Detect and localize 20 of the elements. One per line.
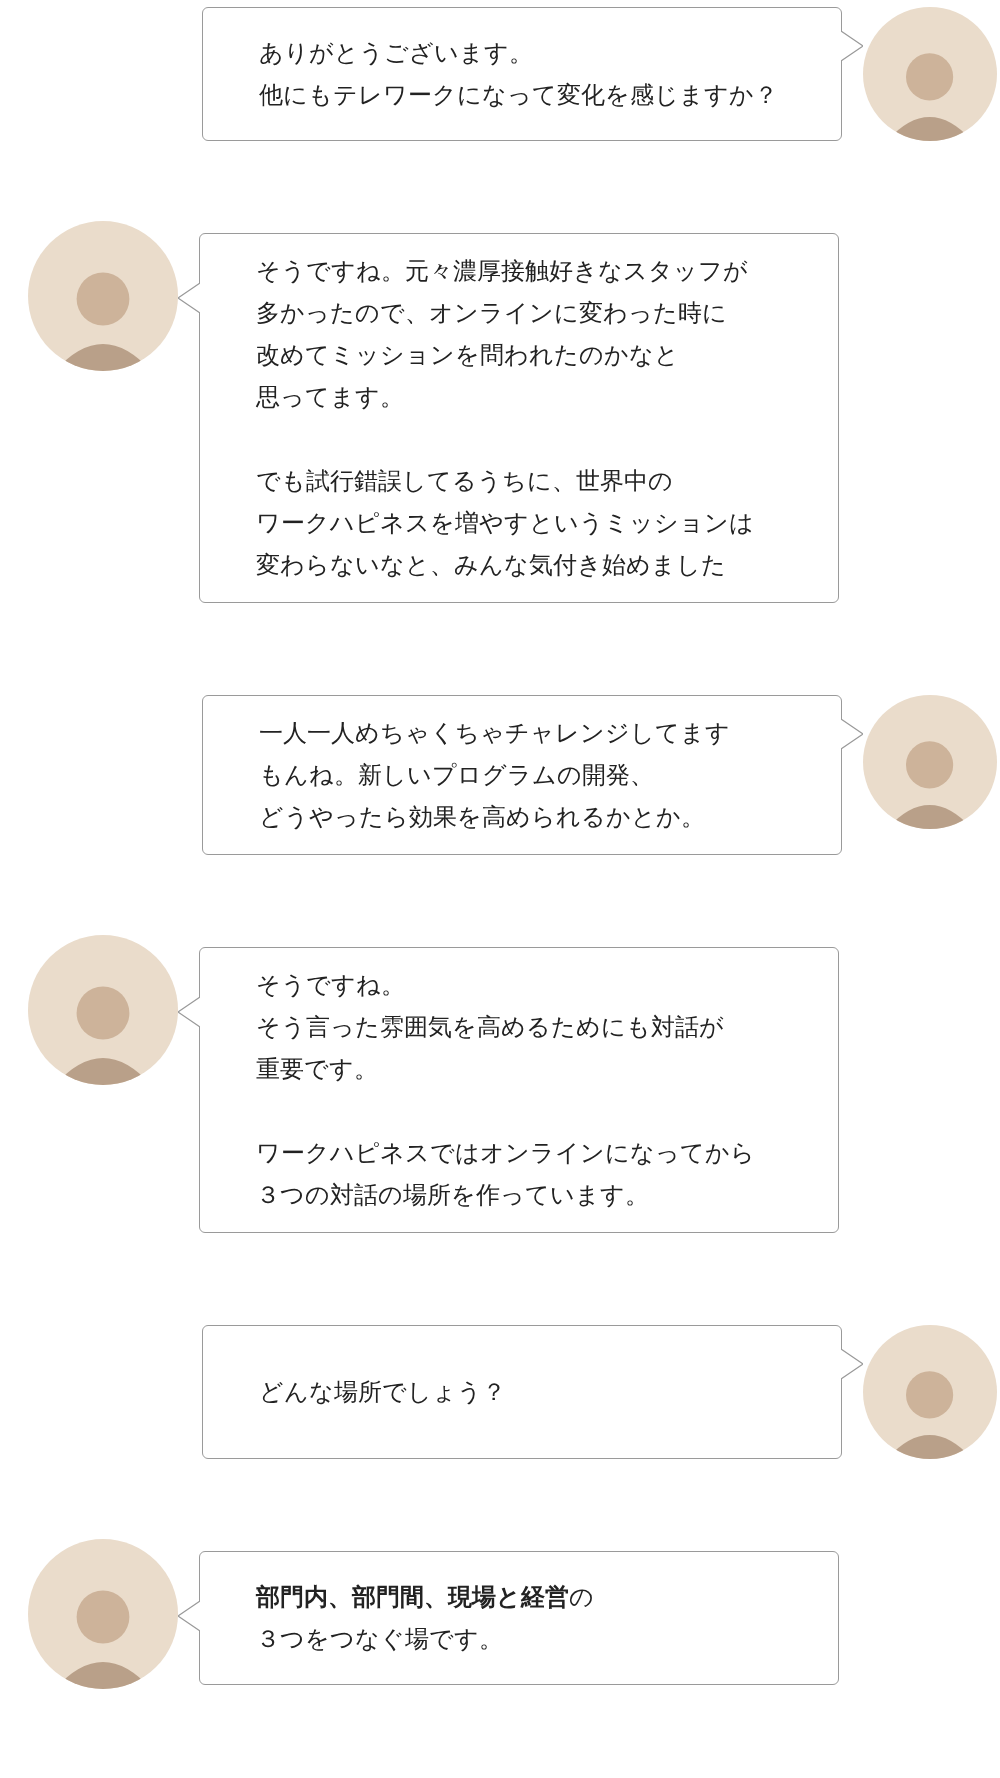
- message-line: ３つをつなぐ場です。: [256, 1624, 503, 1655]
- message-line: 部門内、部門間、現場と経営の: [256, 1582, 594, 1613]
- message-line: 変わらないなと、みんな気付き始めました: [256, 550, 726, 581]
- message-line: 他にもテレワークになって変化を感じますか？: [259, 80, 778, 111]
- message-line: どうやったら効果を高められるかとか。: [259, 802, 705, 833]
- message-line: もんね。新しいプログラムの開発、: [259, 760, 654, 791]
- message-line: ありがとうございます。: [259, 38, 533, 69]
- message-line: 一人一人めちゃくちゃチャレンジしてます: [259, 718, 730, 749]
- message-line: 多かったので、オンラインに変わった時に: [256, 298, 727, 329]
- message-line: でも試行錯誤してるうちに、世界中の: [256, 466, 673, 497]
- message-line: そうですね。: [256, 970, 405, 1001]
- message-line: そうですね。元々濃厚接触好きなスタッフが: [256, 256, 748, 287]
- message-line: 思ってます。: [256, 382, 404, 413]
- message-line: ３つの対話の場所を作っています。: [256, 1180, 649, 1211]
- message-line: 重要です。: [256, 1054, 378, 1085]
- message-line: どんな場所でしょう？: [259, 1377, 506, 1408]
- message-line: ワークハピネスではオンラインになってから: [256, 1138, 755, 1169]
- message-line: そう言った雰囲気を高めるためにも対話が: [256, 1012, 724, 1043]
- message-line: ワークハピネスを増やすというミッションは: [256, 508, 754, 539]
- message-line: 改めてミッションを問われたのかなと: [256, 340, 679, 371]
